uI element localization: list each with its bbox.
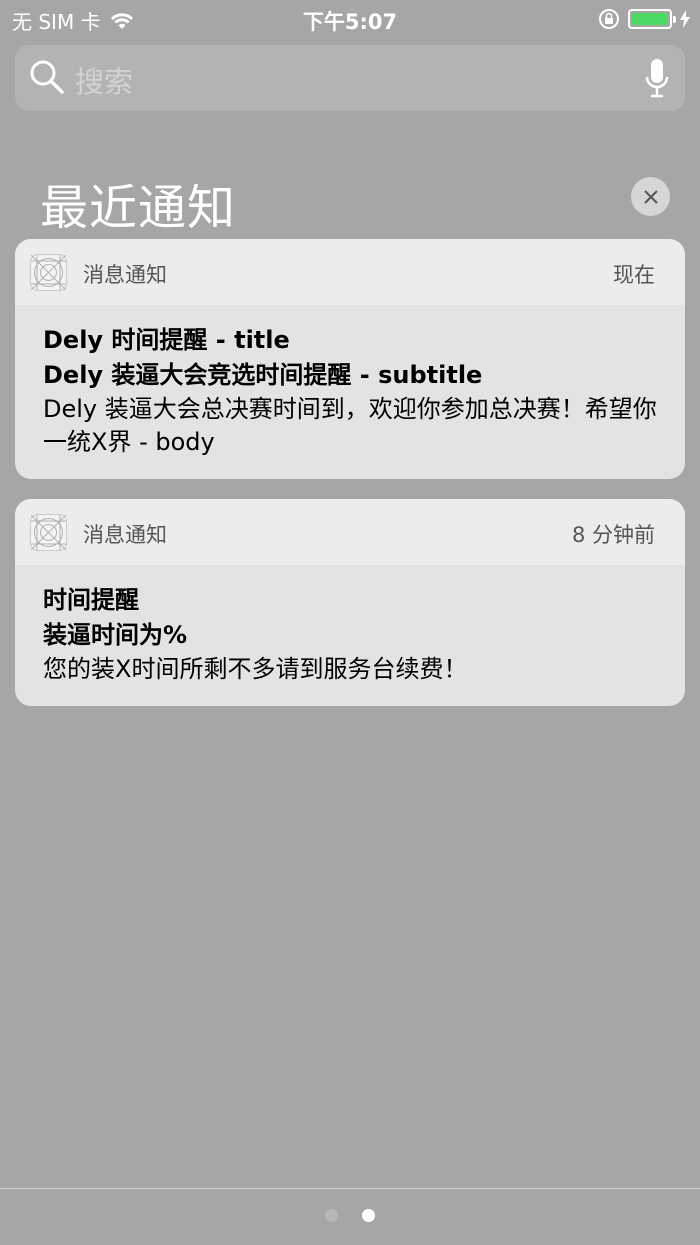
page-dot[interactable] <box>325 1209 338 1222</box>
close-icon <box>643 189 658 204</box>
notification-title: 时间提醒 <box>43 586 139 614</box>
page-indicator[interactable] <box>0 1209 700 1222</box>
notification-body: Dely 装逼大会总决赛时间到，欢迎你参加总决赛！希望你一统X界 - body <box>43 395 657 456</box>
microphone-icon[interactable] <box>645 57 669 99</box>
section-title: 最近通知 <box>40 180 237 236</box>
notification-title: Dely 时间提醒 - title <box>43 326 290 354</box>
notification-time: 现在 <box>613 263 655 287</box>
notification-card[interactable]: 消息通知 现在 Dely 时间提醒 - title Dely 装逼大会竞选时间提… <box>15 239 685 479</box>
notification-body: 您的装X时间所剩不多请到服务台续费！ <box>43 655 468 683</box>
status-icons <box>598 8 690 30</box>
notification-header: 消息通知 8 分钟前 <box>15 499 685 565</box>
app-name: 消息通知 <box>83 523 167 547</box>
notification-center: 无 SIM 卡 下午5:07 搜索 最近通知 消息通知 现在 Dely 时间提醒… <box>0 0 700 1245</box>
notification-card[interactable]: 消息通知 8 分钟前 时间提醒 装逼时间为% 您的装X时间所剩不多请到服务台续费… <box>15 499 685 706</box>
notification-content: 时间提醒 装逼时间为% 您的装X时间所剩不多请到服务台续费！ <box>15 565 685 706</box>
app-icon <box>30 514 67 551</box>
notification-subtitle: 装逼时间为% <box>43 621 188 649</box>
status-bar: 无 SIM 卡 下午5:07 <box>0 0 700 40</box>
search-placeholder: 搜索 <box>75 65 134 99</box>
battery-icon <box>628 9 676 29</box>
bottom-divider <box>0 1188 700 1189</box>
clock: 下午5:07 <box>302 10 398 34</box>
search-icon <box>30 60 64 94</box>
app-name: 消息通知 <box>83 263 167 287</box>
charging-icon <box>680 10 690 28</box>
app-icon <box>30 254 67 291</box>
search-bar[interactable]: 搜索 <box>15 45 685 111</box>
notification-header: 消息通知 现在 <box>15 239 685 305</box>
notification-content: Dely 时间提醒 - title Dely 装逼大会竞选时间提醒 - subt… <box>15 305 685 479</box>
rotation-lock-icon <box>599 9 619 29</box>
notification-subtitle: Dely 装逼大会竞选时间提醒 - subtitle <box>43 361 483 389</box>
page-dot-current[interactable] <box>362 1209 375 1222</box>
clear-notifications-button[interactable] <box>631 177 670 216</box>
notification-time: 8 分钟前 <box>571 523 655 547</box>
